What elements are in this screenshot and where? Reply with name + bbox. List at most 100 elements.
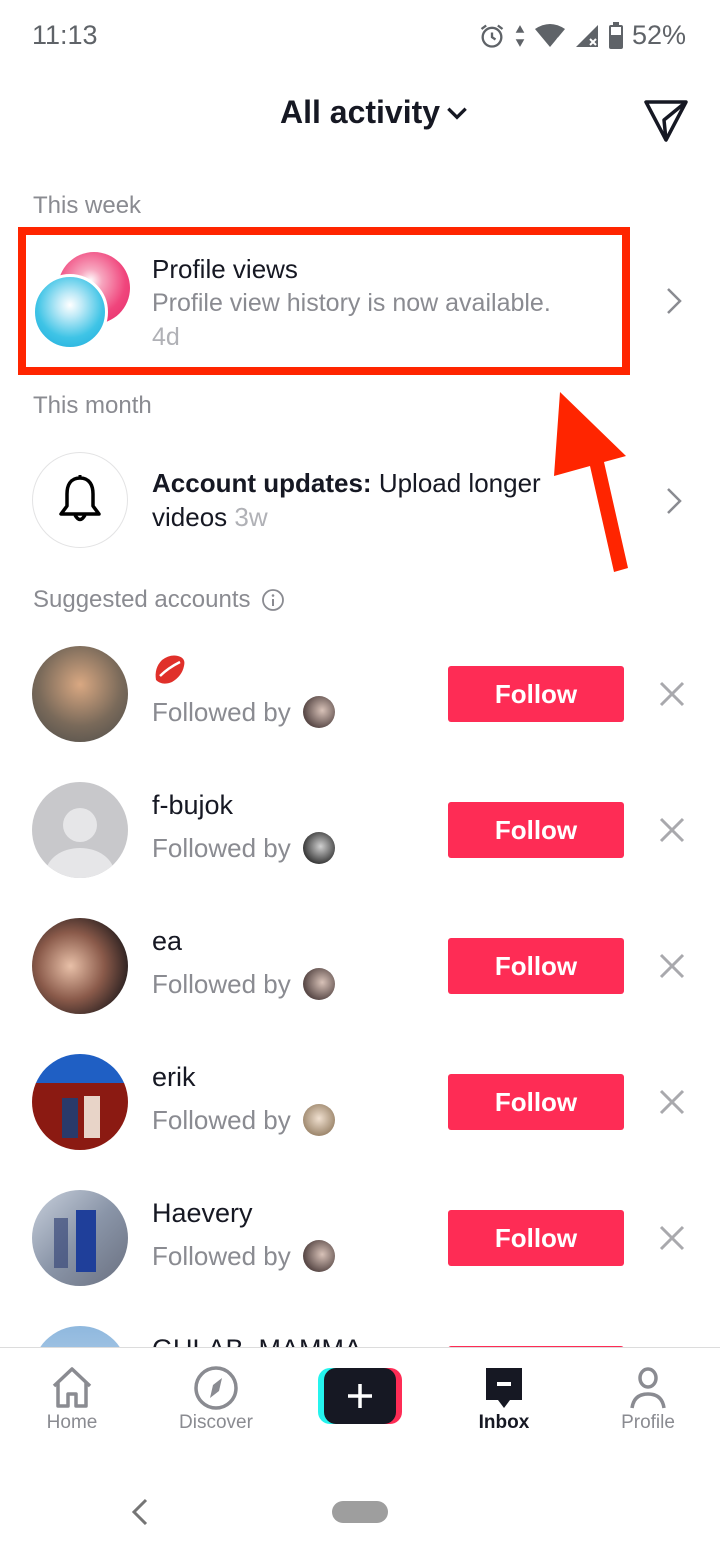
home-icon xyxy=(52,1367,92,1408)
notification-time: 4d xyxy=(152,323,180,351)
chevron-right-icon xyxy=(667,288,682,314)
battery-percent: 52% xyxy=(631,20,686,50)
close-icon xyxy=(659,681,685,707)
mutual-avatar xyxy=(302,1104,335,1136)
notification-subtitle: Profile view history is now available. xyxy=(152,289,551,317)
suggested-accounts-label: Suggested accounts xyxy=(33,586,251,613)
battery-icon xyxy=(608,21,623,49)
nav-label: Discover xyxy=(179,1412,253,1433)
mutual-avatar xyxy=(302,1240,335,1272)
section-suggested-accounts: Suggested accounts xyxy=(33,586,285,614)
nav-label: Home xyxy=(46,1412,98,1433)
followed-by-label: Followed by xyxy=(152,1104,291,1135)
suggested-account-row: GULAB_MAMMA Follow xyxy=(0,1326,720,1347)
chevron-down-icon xyxy=(447,107,467,120)
dismiss-button[interactable] xyxy=(654,676,690,712)
signal-icon xyxy=(575,24,598,47)
close-icon xyxy=(659,817,685,843)
avatar[interactable] xyxy=(32,782,128,878)
follow-button[interactable]: Follow xyxy=(448,1210,624,1266)
page-title: All activity xyxy=(280,94,441,130)
suggested-account-row: Followed by Follow xyxy=(0,646,720,746)
account-name xyxy=(152,654,188,693)
create-plus-icon xyxy=(348,1384,372,1408)
status-icons: 4 52% xyxy=(478,20,686,51)
close-icon xyxy=(659,1089,685,1115)
dismiss-button[interactable] xyxy=(654,1220,690,1256)
account-name: Haevery xyxy=(152,1198,253,1228)
suggested-account-row: ea Followed by Follow xyxy=(0,918,720,1018)
avatar[interactable] xyxy=(32,1326,128,1347)
nav-home[interactable]: Home xyxy=(12,1366,132,1434)
account-updates-text: Account updates: Upload longer videos 3w xyxy=(152,466,572,534)
nav-label: Inbox xyxy=(478,1412,530,1433)
mutual-avatar xyxy=(302,968,335,1000)
followed-by-label: Followed by xyxy=(152,832,291,863)
followed-by-label: Followed by xyxy=(152,1240,291,1271)
suggested-account-row: Haevery Followed by Follow xyxy=(0,1190,720,1290)
direct-messages-button[interactable] xyxy=(642,96,690,144)
account-name: erik xyxy=(152,1062,196,1092)
notification-title: Profile views xyxy=(152,254,298,284)
system-back-button[interactable] xyxy=(128,1496,152,1528)
avatar[interactable] xyxy=(32,646,128,742)
svg-text:4: 4 xyxy=(554,36,560,48)
inbox-icon xyxy=(486,1368,522,1408)
follow-button[interactable]: Follow xyxy=(448,938,624,994)
system-home-pill[interactable] xyxy=(332,1501,388,1523)
account-name: ea xyxy=(152,926,183,956)
close-icon xyxy=(659,1225,685,1251)
followed-by-label: Followed by xyxy=(152,968,291,999)
data-arrows-icon xyxy=(515,24,525,47)
section-this-month: This month xyxy=(33,392,152,419)
follow-button[interactable]: Follow xyxy=(448,802,624,858)
header: All activity xyxy=(0,80,720,150)
notification-title: Account updates: xyxy=(152,468,372,498)
suggested-accounts-list[interactable]: Followed by Follow f-bujok Followed by F… xyxy=(0,630,720,1347)
send-filter-icon xyxy=(644,100,688,142)
followed-by: Followed by xyxy=(152,1104,335,1136)
create-button[interactable] xyxy=(318,1368,402,1424)
status-time: 11:13 xyxy=(32,20,98,50)
wifi-icon: 4 xyxy=(534,23,565,48)
activity-filter-dropdown[interactable]: All activity xyxy=(280,94,470,131)
notification-profile-views[interactable]: Profile views Profile view history is no… xyxy=(0,240,720,360)
lips-emoji-icon xyxy=(155,655,185,684)
status-bar: 11:13 4 52% xyxy=(0,0,720,72)
profile-views-avatar-icon xyxy=(32,252,132,352)
nav-inbox[interactable]: Inbox xyxy=(444,1366,564,1434)
suggested-account-row: erik Followed by Follow xyxy=(0,1054,720,1154)
followed-by: Followed by xyxy=(152,1240,335,1272)
suggested-account-row: f-bujok Followed by Follow xyxy=(0,782,720,882)
notification-time: 3w xyxy=(234,502,268,532)
nav-profile[interactable]: Profile xyxy=(588,1366,708,1434)
avatar[interactable] xyxy=(32,918,128,1014)
followed-by-label: Followed by xyxy=(152,696,291,727)
nav-discover[interactable]: Discover xyxy=(156,1366,276,1434)
chevron-right-icon xyxy=(667,488,682,514)
info-icon[interactable] xyxy=(261,588,285,612)
profile-icon xyxy=(630,1367,666,1409)
close-icon xyxy=(659,953,685,979)
avatar[interactable] xyxy=(32,1190,128,1286)
mutual-avatar xyxy=(302,696,335,728)
account-name: f-bujok xyxy=(152,790,234,820)
followed-by: Followed by xyxy=(152,968,335,1000)
compass-icon xyxy=(194,1366,238,1410)
follow-button[interactable]: Follow xyxy=(448,666,624,722)
avatar[interactable] xyxy=(32,1054,128,1150)
followed-by: Followed by xyxy=(152,832,335,864)
create-button-core xyxy=(324,1368,396,1424)
dismiss-button[interactable] xyxy=(654,812,690,848)
bottom-nav: Home Discover Inbox Profile xyxy=(0,1347,720,1467)
follow-button[interactable]: Follow xyxy=(448,1074,624,1130)
followed-by: Followed by xyxy=(152,696,335,728)
alarm-icon xyxy=(480,24,504,48)
dismiss-button[interactable] xyxy=(654,948,690,984)
dismiss-button[interactable] xyxy=(654,1084,690,1120)
nav-label: Profile xyxy=(621,1412,675,1433)
account-name: GULAB_MAMMA xyxy=(152,1334,362,1347)
section-this-week: This week xyxy=(33,192,142,219)
mutual-avatar xyxy=(302,832,335,864)
avatar-front xyxy=(32,274,108,350)
